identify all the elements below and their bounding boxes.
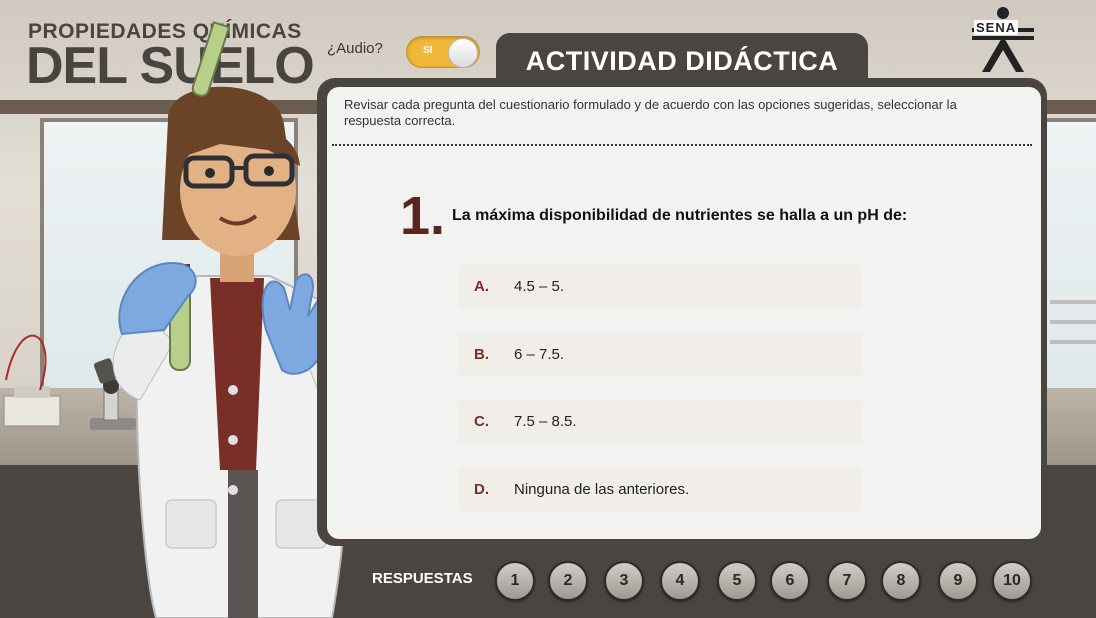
answer-button-5[interactable]: 5 <box>717 561 757 601</box>
sena-logo: SENA <box>968 6 1038 74</box>
answer-button-3[interactable]: 3 <box>604 561 644 601</box>
window-blind <box>1050 300 1096 304</box>
question-text: La máxima disponibilidad de nutrientes s… <box>452 207 908 224</box>
app-title-line2: DEL SUELO <box>26 37 315 95</box>
lab-window-right <box>1040 118 1096 396</box>
option-text: 4.5 – 5. <box>514 278 565 295</box>
window-blind <box>1050 320 1096 324</box>
option-b[interactable]: B. 6 – 7.5. <box>458 332 862 377</box>
question-number: 1. <box>400 186 446 246</box>
option-a[interactable]: A. 4.5 – 5. <box>458 264 862 309</box>
answer-button-9[interactable]: 9 <box>938 561 978 601</box>
option-letter: B. <box>474 346 489 363</box>
option-text: 6 – 7.5. <box>514 346 565 363</box>
answer-button-1[interactable]: 1 <box>495 561 535 601</box>
option-letter: C. <box>474 413 489 430</box>
instructions-text: Revisar cada pregunta del cuestionario f… <box>344 97 957 128</box>
option-letter: A. <box>474 278 489 295</box>
option-d[interactable]: D. Ninguna de las anteriores. <box>458 467 862 512</box>
answer-button-6[interactable]: 6 <box>770 561 810 601</box>
toggle-knob <box>448 38 478 68</box>
sena-logo-text: SENA <box>974 20 1019 35</box>
answers-label: RESPUESTAS <box>372 570 473 587</box>
window-blind <box>1050 340 1096 344</box>
answer-button-4[interactable]: 4 <box>660 561 700 601</box>
option-c[interactable]: C. 7.5 – 8.5. <box>458 399 862 444</box>
option-text: Ninguna de las anteriores. <box>514 481 690 498</box>
audio-toggle-state: SI <box>423 45 433 56</box>
option-text: 7.5 – 8.5. <box>514 413 577 430</box>
dotted-divider <box>332 144 1032 146</box>
answer-button-10[interactable]: 10 <box>992 561 1032 601</box>
answer-button-8[interactable]: 8 <box>881 561 921 601</box>
answer-button-7[interactable]: 7 <box>827 561 867 601</box>
answer-button-2[interactable]: 2 <box>548 561 588 601</box>
audio-label: ¿Audio? <box>327 40 383 57</box>
option-letter: D. <box>474 481 489 498</box>
sena-logo-icon <box>972 7 1034 72</box>
audio-toggle[interactable]: SI <box>406 36 480 68</box>
